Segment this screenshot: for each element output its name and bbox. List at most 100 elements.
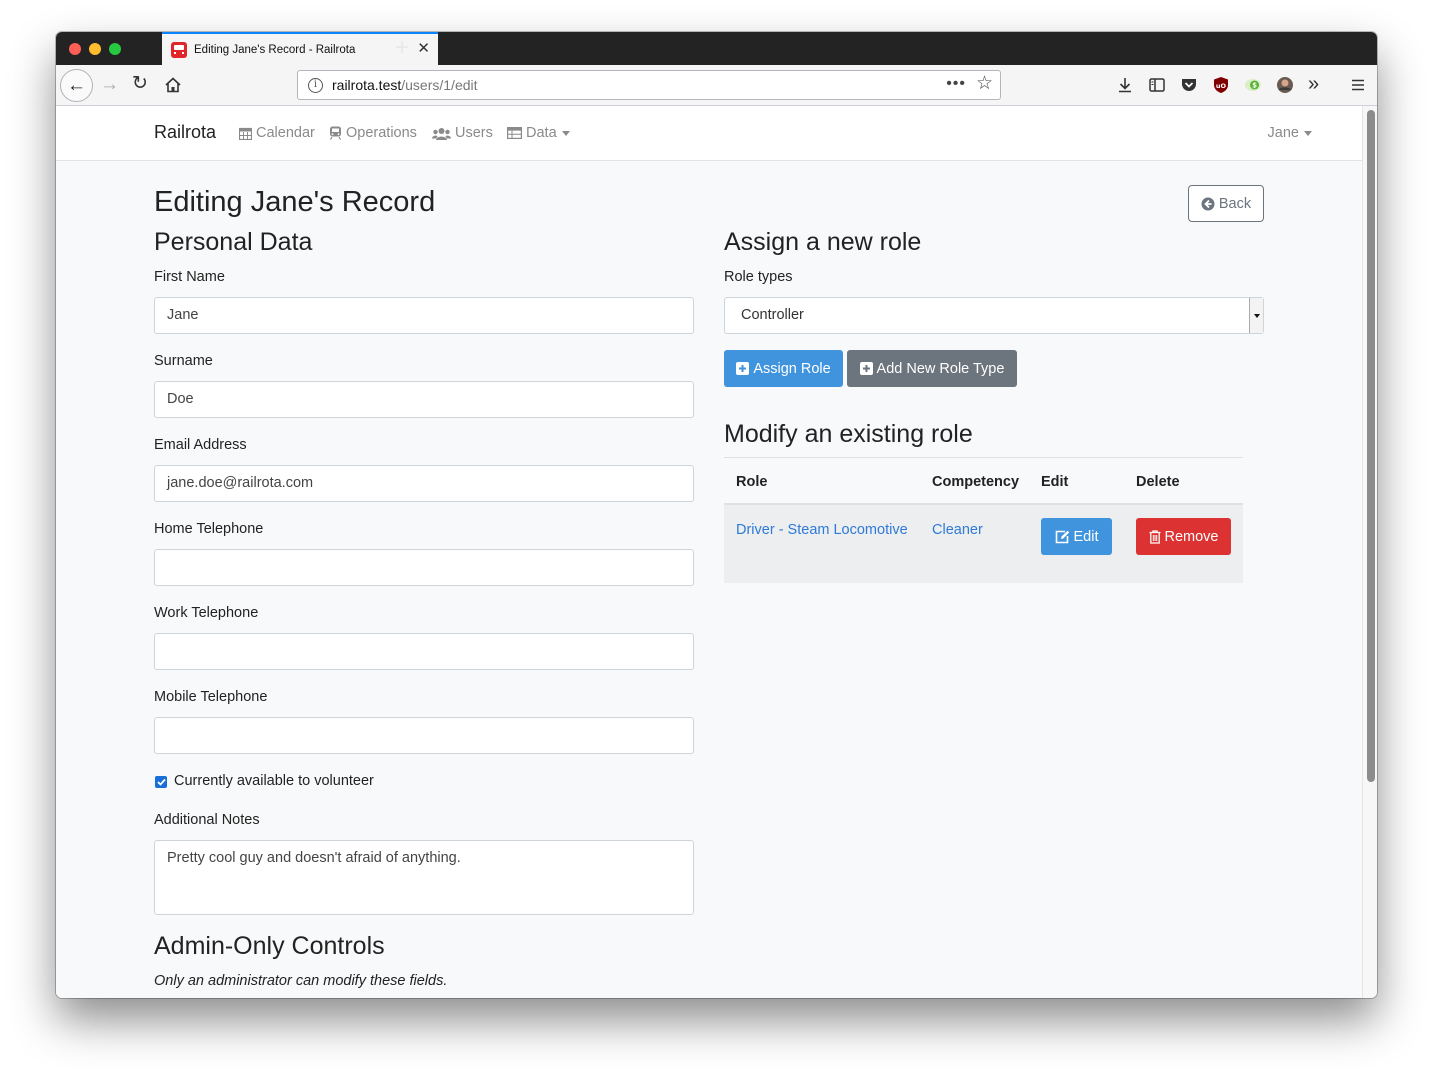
page-actions-icon[interactable]: •••	[946, 75, 966, 93]
column-header-delete: Delete	[1136, 474, 1180, 490]
browser-toolbar: ← → ↻ i railrota.test/users/1/edit ••• ☆	[56, 65, 1377, 106]
surname-field[interactable]: Doe	[154, 381, 694, 418]
plus-square-icon	[859, 362, 873, 375]
nav-item-data[interactable]: Data	[507, 125, 570, 141]
edit-role-button[interactable]: Edit	[1041, 518, 1112, 555]
remove-role-label: Remove	[1164, 528, 1219, 545]
nav-label-users: Users	[455, 125, 493, 141]
window-maximize-button[interactable]	[109, 43, 121, 55]
nav-item-operations[interactable]: Operations	[329, 125, 417, 141]
add-role-type-label: Add New Role Type	[876, 360, 1005, 377]
first-name-label: First Name	[154, 269, 225, 285]
assign-role-label: Assign Role	[753, 360, 831, 377]
url-bar[interactable]: i railrota.test/users/1/edit ••• ☆	[297, 70, 1001, 100]
role-link[interactable]: Driver - Steam Locomotive	[736, 522, 908, 538]
overflow-chevron-icon[interactable]: »	[1308, 74, 1319, 94]
home-telephone-label: Home Telephone	[154, 521, 264, 537]
admin-note: Only an administrator can modify these f…	[154, 973, 448, 989]
url-host: railrota.test	[332, 77, 402, 93]
back-button-label: Back	[1218, 195, 1252, 212]
browser-window: Editing Jane's Record - Railrota ✕ + ← →…	[56, 32, 1377, 998]
tab-strip: Editing Jane's Record - Railrota ✕ +	[56, 32, 1377, 65]
roles-table: Role Competency Edit Delete Driver - Ste…	[724, 457, 1243, 583]
arrow-circle-left-icon	[1201, 197, 1215, 210]
admin-controls-heading: Admin-Only Controls	[154, 932, 385, 960]
nav-label-data: Data	[526, 125, 557, 141]
select-arrow-icon	[1249, 298, 1263, 333]
surname-label: Surname	[154, 353, 213, 369]
role-type-selected: Controller	[741, 307, 804, 323]
checkmark-icon	[156, 778, 166, 786]
personal-data-heading: Personal Data	[154, 228, 313, 256]
pocket-icon[interactable]	[1180, 76, 1198, 94]
nav-item-users[interactable]: Users	[432, 125, 493, 141]
sidebar-icon[interactable]	[1148, 76, 1166, 94]
notes-textarea[interactable]: Pretty cool guy and doesn't afraid of an…	[154, 840, 694, 915]
page-scrollbar[interactable]	[1362, 106, 1377, 998]
nav-label-calendar: Calendar	[256, 125, 315, 141]
assign-role-button[interactable]: Assign Role	[724, 350, 843, 387]
notes-label: Additional Notes	[154, 812, 260, 828]
assign-role-heading: Assign a new role	[724, 228, 922, 256]
home-telephone-field[interactable]	[154, 549, 694, 586]
competency-link[interactable]: Cleaner	[932, 522, 983, 538]
table-icon	[507, 127, 522, 139]
table-row: Driver - Steam Locomotive Cleaner Edit R…	[724, 505, 1243, 583]
first-name-field[interactable]: Jane	[154, 297, 694, 334]
user-menu[interactable]: Jane	[1268, 125, 1312, 141]
remove-role-button[interactable]: Remove	[1136, 518, 1231, 555]
new-tab-icon[interactable]: +	[395, 34, 409, 62]
extension-dollar-icon[interactable]: $	[1244, 76, 1262, 94]
nav-label-operations: Operations	[346, 125, 417, 141]
download-icon[interactable]	[1116, 76, 1134, 94]
svg-text:$: $	[1252, 82, 1257, 90]
window-close-button[interactable]	[69, 43, 81, 55]
nav-item-calendar[interactable]: Calendar	[239, 125, 315, 141]
home-icon[interactable]	[164, 76, 182, 94]
railrota-favicon-icon	[171, 41, 187, 58]
back-arrow-icon[interactable]: ←	[60, 69, 93, 102]
user-name: Jane	[1267, 125, 1299, 141]
page-viewport: Railrota Calendar Operations Users Data …	[56, 106, 1362, 998]
role-type-select[interactable]: Controller	[724, 297, 1264, 334]
users-icon	[432, 127, 451, 140]
modify-role-heading: Modify an existing role	[724, 420, 973, 448]
email-label: Email Address	[154, 437, 247, 453]
role-types-label: Role types	[724, 269, 793, 285]
column-header-role: Role	[736, 474, 768, 490]
work-telephone-label: Work Telephone	[154, 605, 259, 621]
tab-title: Editing Jane's Record - Railrota	[194, 43, 356, 56]
bookmark-star-icon[interactable]: ☆	[976, 74, 993, 94]
url-path: /users/1/edit	[401, 77, 478, 93]
trash-icon	[1149, 529, 1160, 544]
column-header-competency: Competency	[932, 474, 1020, 490]
column-header-edit: Edit	[1041, 474, 1069, 490]
mobile-telephone-label: Mobile Telephone	[154, 689, 268, 705]
page-title: Editing Jane's Record	[154, 186, 436, 218]
back-button[interactable]: Back	[1188, 185, 1264, 222]
reload-icon[interactable]: ↻	[132, 74, 148, 94]
svg-text:uO: uO	[1216, 82, 1227, 90]
chevron-down-icon	[1304, 130, 1312, 136]
ublock-shield-icon[interactable]: uO	[1212, 76, 1230, 94]
work-telephone-field[interactable]	[154, 633, 694, 670]
profile-avatar-icon[interactable]	[1276, 76, 1294, 94]
email-field[interactable]: jane.doe@railrota.com	[154, 465, 694, 502]
hamburger-menu-icon[interactable]	[1349, 76, 1367, 94]
edit-pencil-icon	[1055, 530, 1069, 543]
scrollbar-thumb[interactable]	[1367, 110, 1375, 782]
forward-arrow-icon[interactable]: →	[100, 75, 119, 95]
brand-link[interactable]: Railrota	[154, 122, 216, 143]
train-icon	[329, 126, 342, 140]
plus-square-icon	[736, 362, 750, 375]
available-checkbox[interactable]	[155, 776, 167, 788]
roles-table-header: Role Competency Edit Delete	[724, 457, 1243, 505]
mobile-telephone-field[interactable]	[154, 717, 694, 754]
chevron-down-icon	[561, 130, 570, 136]
window-minimize-button[interactable]	[89, 43, 101, 55]
tab-close-icon[interactable]: ✕	[417, 41, 430, 57]
available-checkbox-label[interactable]: Currently available to volunteer	[174, 773, 374, 789]
site-info-icon[interactable]: i	[308, 77, 323, 93]
edit-role-label: Edit	[1073, 528, 1099, 545]
add-role-type-button[interactable]: Add New Role Type	[847, 350, 1017, 387]
